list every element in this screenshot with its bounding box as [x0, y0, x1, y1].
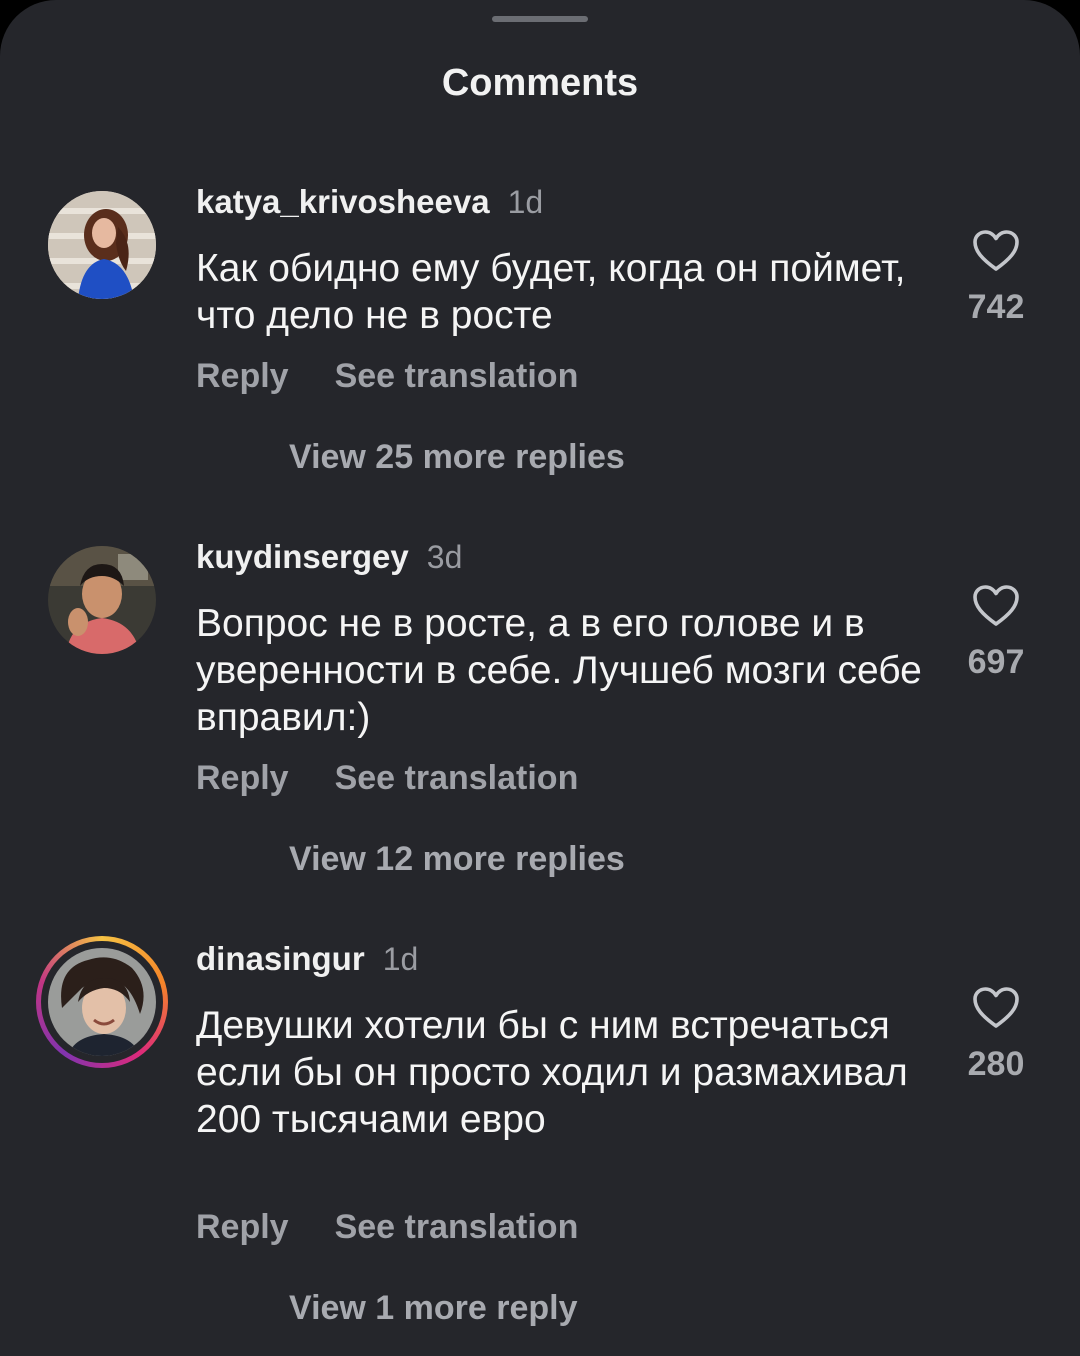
comment-meta: katya_krivosheeva 1d — [196, 182, 543, 222]
comment-text: Вопрос не в росте, а в его голове и в ув… — [196, 602, 922, 739]
timestamp: 1d — [382, 941, 419, 977]
comment-meta: kuydinsergey 3d — [196, 537, 462, 577]
view-replies-button[interactable]: View 1 more reply — [289, 1286, 578, 1330]
see-translation-button[interactable]: See translation — [335, 1208, 579, 1246]
reply-button[interactable]: Reply — [196, 759, 289, 797]
comment-actions: Reply See translation — [196, 354, 578, 398]
reply-button[interactable]: Reply — [196, 357, 289, 395]
username[interactable]: dinasingur — [196, 940, 365, 977]
timestamp: 1d — [507, 184, 544, 220]
see-translation-button[interactable]: See translation — [335, 357, 579, 395]
heart-outline-icon[interactable] — [972, 584, 1020, 628]
comment-text: Как обидно ему будет, когда он поймет, ч… — [196, 247, 906, 337]
like-count: 742 — [967, 288, 1025, 326]
avatar[interactable] — [48, 948, 156, 1056]
heart-outline-icon[interactable] — [972, 229, 1020, 273]
heart-outline-icon[interactable] — [972, 986, 1020, 1030]
sheet-title: Comments — [441, 62, 639, 104]
avatar[interactable] — [48, 546, 156, 654]
like-count: 697 — [967, 643, 1025, 681]
story-ring[interactable] — [36, 936, 168, 1068]
like-count: 280 — [967, 1045, 1025, 1083]
like-control: 280 — [950, 986, 1042, 1086]
comment-meta: dinasingur 1d — [196, 939, 418, 979]
username[interactable]: katya_krivosheeva — [196, 183, 490, 220]
comment-text: Девушки хотели бы с ним встречаться если… — [196, 1004, 908, 1141]
like-control: 697 — [950, 584, 1042, 684]
view-replies-button[interactable]: View 25 more replies — [289, 435, 625, 479]
comment-actions: Reply See translation — [196, 756, 578, 800]
view-replies-button[interactable]: View 12 more replies — [289, 837, 625, 881]
comment-actions: Reply See translation — [196, 1205, 578, 1249]
comments-sheet: Comments katya_krivosheeva 1d Как обидно … — [0, 0, 1080, 1356]
username[interactable]: kuydinsergey — [196, 538, 409, 575]
timestamp: 3d — [426, 539, 463, 575]
like-control: 742 — [950, 229, 1042, 329]
see-translation-button[interactable]: See translation — [335, 759, 579, 797]
reply-button[interactable]: Reply — [196, 1208, 289, 1246]
drag-handle[interactable] — [492, 16, 588, 22]
avatar[interactable] — [48, 191, 156, 299]
